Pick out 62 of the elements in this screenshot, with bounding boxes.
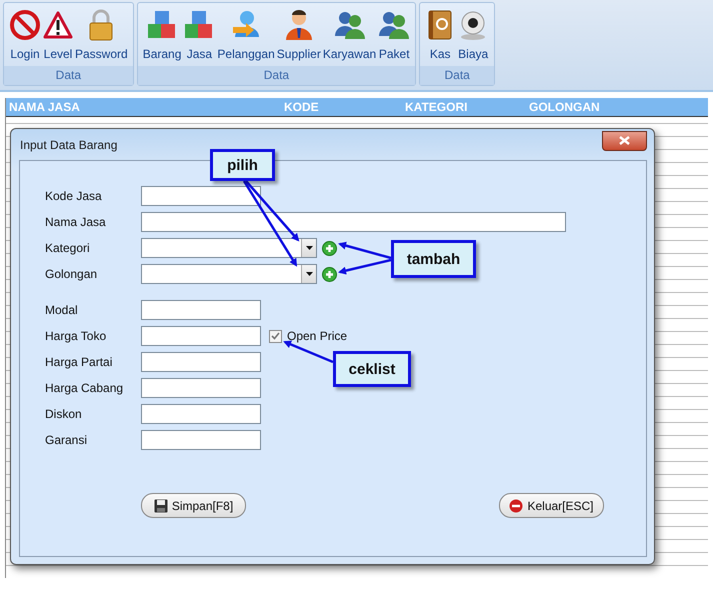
- ribbon-button[interactable]: Paket: [377, 7, 412, 66]
- text-field[interactable]: [141, 326, 261, 346]
- ribbon-button[interactable]: Supplier: [276, 7, 322, 66]
- people-icon: [334, 9, 366, 41]
- dropdown-button[interactable]: [301, 239, 316, 257]
- field-label: Modal: [45, 303, 79, 317]
- ribbon-button[interactable]: Pelanggan: [216, 7, 276, 66]
- save-button[interactable]: Simpan[F8]: [141, 493, 246, 518]
- stop-icon: [509, 498, 524, 512]
- field-label: Kode Jasa: [45, 189, 103, 203]
- text-field[interactable]: [141, 212, 566, 232]
- dropdown-field[interactable]: [141, 238, 317, 258]
- arrow: [338, 258, 392, 275]
- warning-icon: [43, 9, 73, 41]
- caret-icon: [306, 246, 312, 250]
- no-entry-icon: [9, 9, 41, 41]
- checkbox-label: Open Price: [287, 329, 348, 343]
- text-field[interactable]: [141, 404, 261, 424]
- callout-label: ceklist: [333, 351, 411, 387]
- text-field[interactable]: [141, 352, 261, 372]
- field-label: Harga Cabang: [45, 381, 124, 395]
- ribbon-button[interactable]: Password: [74, 7, 129, 66]
- window-title: Input Data Barang: [19, 138, 118, 152]
- arrow: [338, 242, 392, 260]
- text-field[interactable]: [141, 378, 261, 398]
- ribbon-button[interactable]: Kas: [424, 7, 456, 66]
- plus-icon[interactable]: [322, 266, 337, 282]
- ribbon-button[interactable]: Biaya: [456, 7, 490, 66]
- dropdown-field[interactable]: [141, 264, 317, 284]
- checkbox[interactable]: [269, 330, 282, 342]
- text-field[interactable]: [141, 300, 261, 320]
- field-label: Nama Jasa: [45, 215, 107, 229]
- dropdown-button[interactable]: [301, 265, 316, 283]
- field-label: Harga Partai: [45, 355, 114, 369]
- padlock-icon: [88, 9, 114, 41]
- ribbon-button[interactable]: Jasa: [182, 7, 216, 66]
- text-field[interactable]: [141, 430, 261, 450]
- caret-icon: [306, 272, 312, 276]
- group-caption: Data: [138, 66, 416, 85]
- callout-label: pilih: [210, 149, 275, 181]
- arrow: [245, 180, 300, 242]
- plus-icon[interactable]: [322, 240, 337, 256]
- people-icon: [378, 9, 410, 41]
- check-icon: [271, 332, 280, 340]
- field-label: Garansi: [45, 433, 88, 447]
- exit-button[interactable]: Keluar[ESC]: [499, 493, 604, 518]
- group-caption: Data: [4, 66, 133, 85]
- field-label: Diskon: [45, 407, 83, 421]
- field-label: Golongan: [45, 267, 98, 281]
- close-button[interactable]: [602, 130, 647, 150]
- group-caption: Data: [420, 66, 494, 85]
- ribbon-button[interactable]: Barang: [142, 7, 182, 66]
- field-label: Harga Toko: [45, 329, 108, 343]
- close-icon: [619, 136, 630, 145]
- ribbon-button[interactable]: Login: [8, 7, 42, 66]
- person-icon: [284, 9, 314, 41]
- arrow: [283, 340, 334, 364]
- callout-label: tambah: [391, 240, 476, 278]
- text-field[interactable]: [141, 186, 261, 206]
- field-label: Kategori: [45, 241, 91, 255]
- ribbon-button[interactable]: Karyawan: [322, 7, 378, 66]
- ribbon-button[interactable]: Level: [42, 7, 74, 66]
